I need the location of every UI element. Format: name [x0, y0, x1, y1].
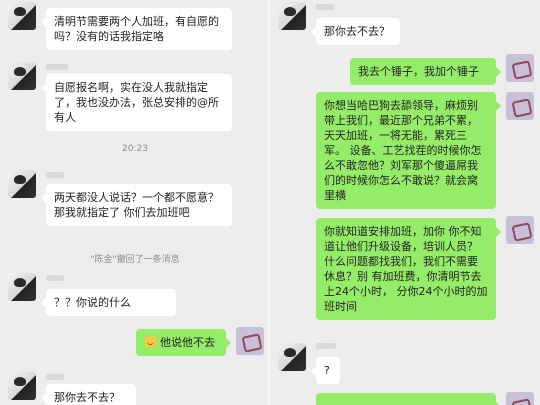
chat-bubble-self — [316, 393, 501, 405]
avatar[interactable] — [506, 92, 534, 120]
avatar[interactable] — [506, 54, 534, 82]
chat-bubble-self: 我去个锤子，我加个锤子 — [350, 58, 501, 85]
chat-bubble: ? — [311, 357, 340, 384]
avatar[interactable] — [8, 2, 36, 30]
chat-bubble: 自愿报名啊，实在没人我就指定了，我也没办法，张总安排的@所有人 — [41, 74, 232, 131]
chat-bubble-self: 他说他不去 — [136, 329, 231, 356]
sender-name — [316, 4, 334, 10]
sender-name — [46, 275, 64, 281]
sender-name — [46, 64, 68, 70]
avatar[interactable] — [8, 372, 36, 400]
chat-bubble: 两天都没人说话？一个都不愿意？那我就指定了 你们去加班吧 — [41, 184, 232, 226]
right-chat-panel: 那你去不去？ 我去个锤子，我加个锤子 你想当哈巴狗去舔领导，麻烦别带上我们，最近… — [270, 0, 540, 405]
avatar[interactable] — [278, 2, 306, 30]
avatar[interactable] — [8, 273, 36, 301]
chat-bubble: 那你去不去？ — [41, 384, 136, 405]
message-text: 他说他不去 — [160, 336, 215, 349]
timestamp: 20:23 — [122, 144, 148, 154]
chat-bubble: 那你去不去？ — [311, 18, 400, 45]
avatar[interactable] — [8, 62, 36, 90]
chat-bubble-self: 你想当哈巴狗去舔领导，麻烦别带上我们，最近那个兄弟不累，天天加班，一将无能，累死… — [316, 92, 501, 209]
sender-name — [316, 343, 336, 349]
sender-name — [46, 374, 64, 380]
sender-name — [46, 172, 64, 178]
avatar[interactable] — [506, 216, 534, 244]
left-chat-panel: 清明节需要两个人加班，有自愿的吗？没有的话我指定咯 自愿报名啊，实在没人我就指定… — [0, 0, 270, 405]
chat-bubble-self: 你就知道安排加班，加你 你不知道让他们升级设备，培训人员？什么问题都找我们，我们… — [316, 218, 501, 320]
avatar[interactable] — [278, 343, 306, 371]
avatar[interactable] — [236, 327, 264, 355]
smiley-emoji-icon — [144, 335, 157, 348]
chat-bubble: ？？你说的什么 — [41, 289, 176, 316]
avatar[interactable] — [506, 392, 534, 405]
avatar[interactable] — [8, 170, 36, 198]
chat-bubble: 清明节需要两个人加班，有自愿的吗？没有的话我指定咯 — [41, 8, 232, 50]
recall-notice: "陈金"撤回了一条消息 — [90, 255, 180, 265]
